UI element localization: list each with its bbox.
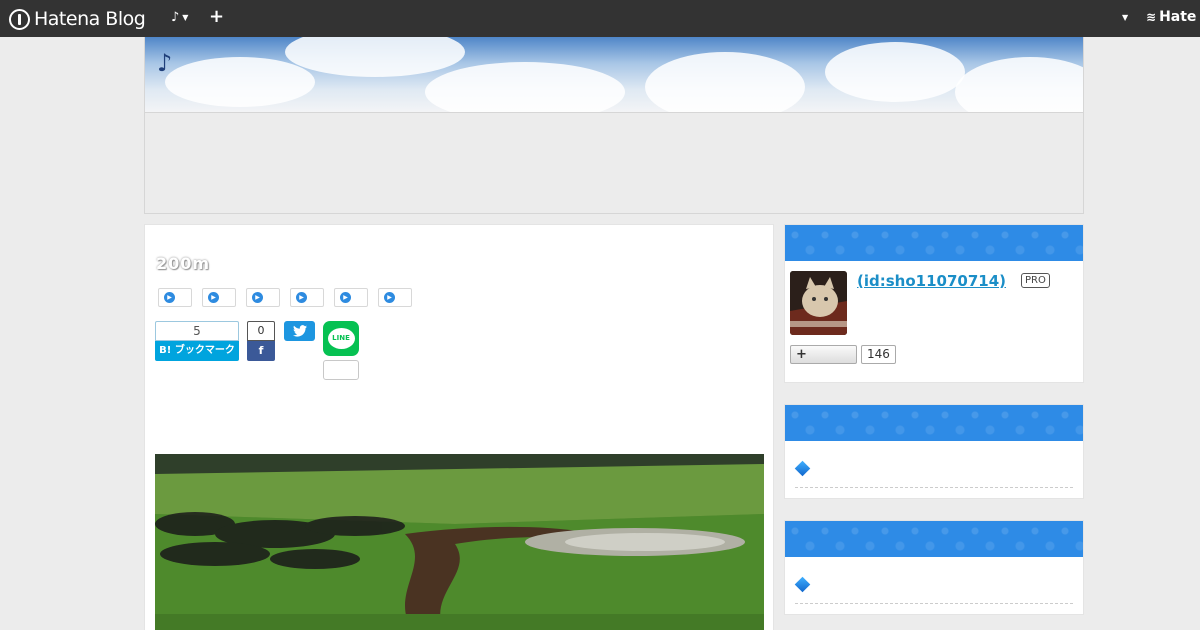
category-tag[interactable]: ▶ bbox=[290, 288, 324, 307]
play-circle-icon: ▶ bbox=[208, 292, 219, 303]
cat-avatar-image bbox=[790, 271, 847, 335]
header-cloud bbox=[285, 37, 465, 77]
hatena-mark-icon: ≋ bbox=[1146, 10, 1157, 24]
category-list: ▶ ▶ ▶ ▶ ▶ ▶ bbox=[158, 288, 422, 307]
header-cloud bbox=[165, 57, 315, 107]
hatena-blog-logo[interactable]: Hatena Blog bbox=[9, 7, 146, 31]
list-item[interactable] bbox=[794, 460, 1073, 488]
category-tag[interactable]: ▶ bbox=[158, 288, 192, 307]
global-header: Hatena Blog ♪ ▼ + ▼ ≋ Hate bbox=[0, 0, 1200, 37]
category-tag[interactable]: ▶ bbox=[202, 288, 236, 307]
landscape-image bbox=[155, 454, 764, 630]
twitter-share-button[interactable] bbox=[284, 321, 315, 341]
play-circle-icon: ▶ bbox=[252, 292, 263, 303]
follow-button[interactable]: + bbox=[790, 345, 857, 364]
follower-count: 146 bbox=[861, 345, 896, 364]
play-circle-icon: ▶ bbox=[164, 292, 175, 303]
entry-photo bbox=[155, 454, 764, 630]
play-circle-icon: ▶ bbox=[384, 292, 395, 303]
line-count-box bbox=[323, 360, 359, 380]
blog-menu-label: ♪ bbox=[171, 10, 180, 25]
diamond-icon bbox=[794, 460, 811, 477]
brand-name: Hatena Blog bbox=[34, 8, 146, 30]
sidebar-module bbox=[784, 520, 1084, 615]
blog-header: ♪ bbox=[144, 37, 1084, 113]
hatena-logo-icon bbox=[9, 8, 30, 30]
line-share-button[interactable]: LINE bbox=[323, 321, 359, 356]
category-tag[interactable]: ▶ bbox=[334, 288, 368, 307]
list-item[interactable] bbox=[794, 576, 1073, 604]
new-post-button[interactable]: + bbox=[209, 6, 224, 27]
play-circle-icon: ▶ bbox=[340, 292, 351, 303]
sidebar-module-header bbox=[785, 521, 1083, 557]
bookmark-count: 5 bbox=[155, 321, 239, 341]
hatena-bookmark-button[interactable]: 5 B! ブックマーク bbox=[155, 321, 240, 361]
profile-module: (id:sho11070714) PRO + 146 bbox=[784, 224, 1084, 383]
bookmark-label: B! ブックマーク bbox=[155, 341, 239, 361]
category-tag[interactable]: ▶ bbox=[378, 288, 412, 307]
blog-menu-button[interactable]: ♪ ▼ bbox=[171, 10, 188, 25]
profile-module-header bbox=[785, 225, 1083, 261]
diamond-icon bbox=[794, 576, 811, 593]
entry-title[interactable]: 200m bbox=[156, 254, 210, 273]
header-cloud bbox=[955, 57, 1083, 112]
facebook-share-button[interactable]: 0 f bbox=[247, 321, 275, 361]
play-circle-icon: ▶ bbox=[296, 292, 307, 303]
plus-icon: + bbox=[796, 347, 807, 362]
category-tag[interactable]: ▶ bbox=[246, 288, 280, 307]
profile-id-link[interactable]: (id:sho11070714) bbox=[857, 272, 1006, 290]
entry-article: 200m ▶ ▶ ▶ ▶ ▶ ▶ 5 B! ブックマーク 0 f LINE bbox=[144, 224, 774, 630]
pro-badge: PRO bbox=[1021, 273, 1050, 288]
line-icon: LINE bbox=[327, 328, 355, 349]
facebook-icon: f bbox=[247, 341, 275, 361]
twitter-icon bbox=[292, 325, 307, 337]
blog-title[interactable]: ♪ bbox=[157, 49, 172, 77]
caret-down-icon: ▼ bbox=[182, 13, 189, 22]
user-menu-caret-icon[interactable]: ▼ bbox=[1122, 13, 1128, 22]
avatar[interactable] bbox=[790, 271, 847, 335]
plus-icon: + bbox=[209, 6, 225, 27]
header-cloud bbox=[825, 42, 965, 102]
ad-area bbox=[144, 112, 1084, 214]
hatena-account-link[interactable]: ≋ Hate bbox=[1146, 9, 1196, 25]
sidebar-module-header bbox=[785, 405, 1083, 441]
header-cloud bbox=[425, 62, 625, 112]
sidebar-module bbox=[784, 404, 1084, 499]
header-cloud bbox=[645, 52, 805, 112]
facebook-count: 0 bbox=[247, 321, 275, 341]
hatena-account-label: Hate bbox=[1159, 9, 1197, 25]
